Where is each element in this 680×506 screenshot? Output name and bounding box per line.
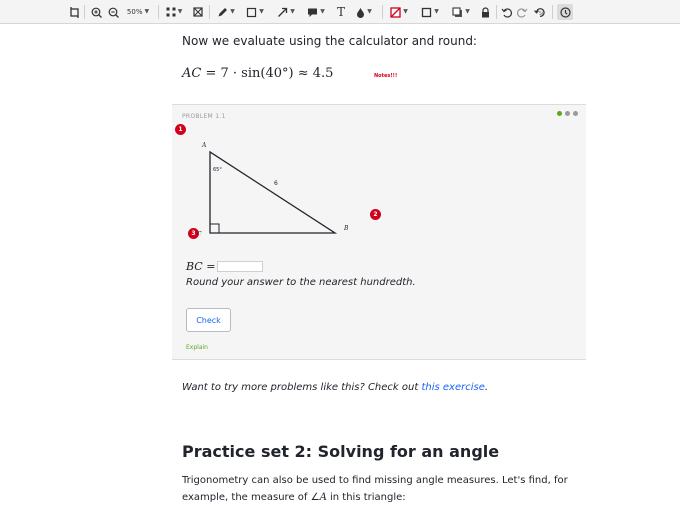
section-title: Practice set 2: Solving for an angle bbox=[182, 442, 500, 461]
chevron-down-icon: ▼ bbox=[465, 8, 470, 15]
section-paragraph: Trigonometry can also be used to find mi… bbox=[182, 472, 582, 506]
text-icon[interactable]: T bbox=[334, 4, 348, 20]
problem-box: PROBLEM 1.1 1 2 3 A B C 65° 6 ? BC = Rou… bbox=[172, 104, 586, 360]
annotation-marker-2[interactable]: 2 bbox=[370, 209, 381, 220]
check-button[interactable]: Check bbox=[186, 308, 231, 332]
progress-dot bbox=[573, 111, 578, 116]
annotation-marker-1[interactable]: 1 bbox=[175, 124, 186, 135]
progress-dots bbox=[557, 111, 578, 116]
progress-dot bbox=[557, 111, 562, 116]
paragraph-suffix: in this triangle: bbox=[326, 492, 406, 503]
angle-variable: A bbox=[319, 492, 327, 503]
chevron-down-icon: ▼ bbox=[320, 8, 325, 15]
math-rhs: = 7 · sin(40°) ≈ 4.5 bbox=[205, 66, 334, 81]
strike-color-icon[interactable]: ▼ bbox=[387, 4, 411, 20]
chevron-down-icon: ▼ bbox=[259, 8, 264, 15]
paragraph-line-1: Trigonometry can also be used to find mi… bbox=[182, 475, 568, 486]
redo-icon[interactable] bbox=[516, 4, 528, 20]
reset-icon[interactable]: 50 bbox=[533, 4, 547, 20]
comment-icon[interactable]: ▼ bbox=[304, 4, 328, 20]
try-more-label: Want to try more problems like this? Che… bbox=[182, 382, 419, 393]
rectangle-icon[interactable]: ▼ bbox=[243, 4, 267, 20]
paragraph-line-2: example, the measure of ∠A in this trian… bbox=[182, 489, 582, 506]
zoom-level-dropdown[interactable]: 50% ▼ bbox=[123, 4, 153, 20]
chevron-down-icon: ▼ bbox=[367, 8, 372, 15]
answer-label: BC = bbox=[186, 260, 216, 273]
exercise-link[interactable]: this exercise bbox=[421, 382, 484, 393]
zoom-level-label: 50% bbox=[126, 8, 143, 16]
problem-label: PROBLEM 1.1 bbox=[182, 113, 226, 120]
paragraph-prefix: example, the measure of ∠ bbox=[182, 492, 320, 503]
angle-label: 65° bbox=[213, 167, 222, 173]
try-more-text: Want to try more problems like this? Che… bbox=[182, 382, 488, 393]
explain-link[interactable]: Explain bbox=[186, 344, 208, 351]
no-distract-icon[interactable] bbox=[192, 4, 204, 20]
svg-text:50: 50 bbox=[539, 11, 545, 17]
shadow-icon[interactable]: ▼ bbox=[449, 4, 473, 20]
math-lhs: AC bbox=[182, 66, 202, 81]
notes-annotation[interactable]: Notes!!! bbox=[374, 73, 397, 79]
side-ab-label: 6 bbox=[274, 180, 278, 187]
pen-icon[interactable]: ▼ bbox=[214, 4, 238, 20]
border-icon[interactable]: ▼ bbox=[418, 4, 442, 20]
crop-icon[interactable] bbox=[68, 4, 80, 20]
chevron-down-icon: ▼ bbox=[144, 8, 150, 15]
zoom-out-icon[interactable] bbox=[107, 4, 119, 20]
annotation-toolbar: 50% ▼ ▼ ▼ ▼ ▼ ▼ T ▼ ▼ ▼ ▼ 50 bbox=[0, 0, 680, 24]
vertex-a-label: A bbox=[201, 142, 207, 149]
answer-row: BC = bbox=[186, 260, 264, 273]
lock-icon[interactable] bbox=[479, 4, 491, 20]
chevron-down-icon: ▼ bbox=[230, 8, 235, 15]
zoom-in-icon[interactable] bbox=[90, 4, 102, 20]
instruction-text: Round your answer to the nearest hundred… bbox=[186, 277, 416, 288]
progress-dot bbox=[565, 111, 570, 116]
article-content: Now we evaluate using the calculator and… bbox=[0, 24, 680, 506]
math-equation: AC = 7 · sin(40°) ≈ 4.5 bbox=[182, 66, 333, 81]
vertex-c-label: C bbox=[197, 231, 202, 235]
arrow-icon[interactable]: ▼ bbox=[274, 4, 298, 20]
chevron-down-icon: ▼ bbox=[403, 8, 408, 15]
undo-icon[interactable] bbox=[500, 4, 512, 20]
try-more-suffix: . bbox=[484, 382, 489, 393]
intro-text: Now we evaluate using the calculator and… bbox=[182, 34, 477, 48]
chevron-down-icon: ▼ bbox=[177, 8, 183, 15]
fill-icon[interactable]: ▼ bbox=[352, 4, 376, 20]
grid-icon[interactable]: ▼ bbox=[163, 4, 185, 20]
info-icon[interactable] bbox=[557, 4, 573, 20]
triangle-shape bbox=[209, 150, 338, 234]
right-angle-mark bbox=[209, 223, 220, 234]
chevron-down-icon: ▼ bbox=[290, 8, 295, 15]
answer-input[interactable] bbox=[217, 261, 264, 272]
vertex-b-label: B bbox=[343, 225, 349, 232]
chevron-down-icon: ▼ bbox=[434, 8, 439, 15]
triangle-diagram: A B C 65° 6 ? bbox=[197, 142, 349, 235]
